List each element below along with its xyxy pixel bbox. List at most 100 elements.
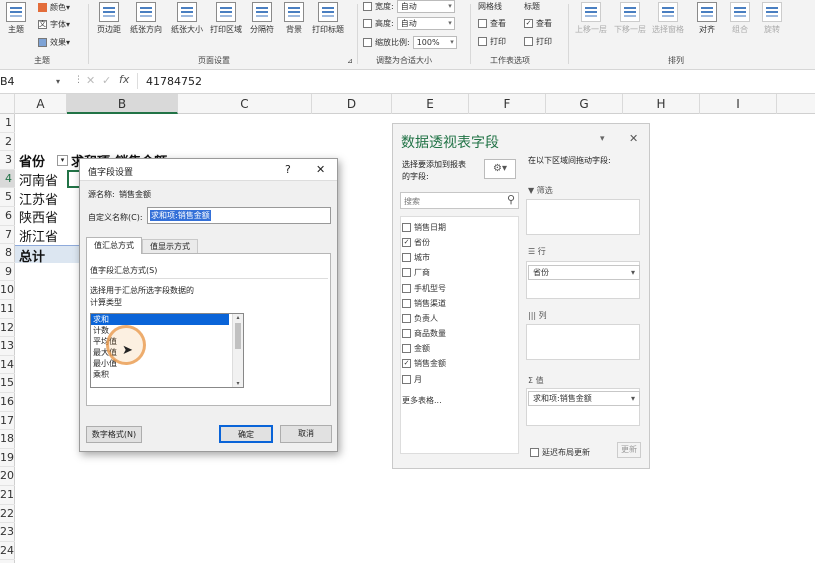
size-button[interactable]: 纸张大小 xyxy=(171,2,203,35)
print-area-button[interactable]: 打印区域 xyxy=(210,2,242,35)
row-header[interactable]: 24 xyxy=(0,542,15,561)
list-item[interactable]: 乘积 xyxy=(91,369,243,380)
row-header[interactable]: 18 xyxy=(0,430,15,449)
theme-button[interactable]: 主题 xyxy=(6,2,26,35)
pivot-row-label[interactable]: 浙江省 xyxy=(19,226,58,245)
row-header[interactable]: 5 xyxy=(0,188,15,207)
row-header[interactable]: 23 xyxy=(0,523,15,542)
number-format-button[interactable]: 数字格式(N) xyxy=(86,426,142,443)
pivot-row-label[interactable]: 陕西省 xyxy=(19,207,58,226)
gear-icon[interactable]: ⚙▾ xyxy=(484,159,516,179)
scroll-up-icon[interactable]: ▴ xyxy=(233,314,243,321)
scale-field[interactable]: 缩放比例: 100% xyxy=(363,36,457,49)
align-button[interactable]: 对齐 xyxy=(697,2,717,35)
row-header[interactable]: 1 xyxy=(0,114,15,133)
pivot-total-label[interactable]: 总计 xyxy=(19,246,45,265)
function-icon[interactable]: fx xyxy=(119,73,129,86)
cancel-icon[interactable]: ✕ xyxy=(86,74,95,87)
column-header[interactable]: B xyxy=(67,94,178,114)
field-checkbox[interactable] xyxy=(402,284,411,293)
field-checkbox[interactable]: ✓ xyxy=(402,238,411,247)
field-checkbox[interactable] xyxy=(402,299,411,308)
orientation-button[interactable]: 纸张方向 xyxy=(130,2,162,35)
more-tables-link[interactable]: 更多表格... xyxy=(402,395,442,406)
group-button[interactable]: 组合 xyxy=(730,2,750,35)
column-header[interactable]: H xyxy=(623,94,700,114)
column-header[interactable]: F xyxy=(469,94,546,114)
row-header[interactable]: 12 xyxy=(0,319,15,338)
help-icon[interactable]: ? xyxy=(285,163,291,176)
row-header[interactable]: 4 xyxy=(0,169,15,189)
row-header[interactable]: 17 xyxy=(0,412,15,431)
send-backward-button[interactable]: 下移一层 xyxy=(614,2,646,35)
width-field[interactable]: 宽度: 自动 xyxy=(363,0,455,13)
field-item[interactable]: 负责人 xyxy=(402,313,438,324)
field-checkbox[interactable] xyxy=(402,223,411,232)
field-item[interactable]: ✓ 销售金额 xyxy=(402,358,446,369)
pivot-row-label[interactable]: 河南省 xyxy=(19,170,58,189)
fonts-button[interactable]: 文字体 ▾ xyxy=(38,19,70,30)
name-box[interactable]: B4 ▾ xyxy=(0,75,68,89)
enter-icon[interactable]: ✓ xyxy=(102,74,111,87)
field-checkbox[interactable] xyxy=(402,329,411,338)
height-field[interactable]: 高度: 自动 xyxy=(363,17,455,30)
name-box-dropdown-icon[interactable]: ▾ xyxy=(56,75,60,89)
row-header[interactable]: 9 xyxy=(0,263,15,282)
select-all-corner[interactable] xyxy=(0,94,15,114)
column-header[interactable]: G xyxy=(546,94,623,114)
columns-area[interactable] xyxy=(526,324,640,360)
row-header[interactable]: 15 xyxy=(0,374,15,393)
pivot-header-province[interactable]: 省份 xyxy=(19,151,45,170)
row-header[interactable]: 13 xyxy=(0,337,15,356)
field-checkbox[interactable] xyxy=(402,314,411,323)
field-item[interactable]: 商品数量 xyxy=(402,328,446,339)
column-header[interactable]: D xyxy=(312,94,392,114)
list-scrollbar[interactable]: ▴ ▾ xyxy=(232,314,243,387)
tab-summarize-by[interactable]: 值汇总方式 xyxy=(86,237,142,254)
row-header[interactable]: 22 xyxy=(0,505,15,524)
gridlines-view-checkbox[interactable]: 查看 xyxy=(478,18,506,29)
headings-view-checkbox[interactable]: ✓ 查看 xyxy=(524,18,552,29)
colors-button[interactable]: 颜色 ▾ xyxy=(38,2,70,13)
close-icon[interactable]: ✕ xyxy=(316,163,325,176)
breaks-button[interactable]: 分隔符 xyxy=(250,2,274,35)
custom-name-input[interactable]: 求和项:销售金额 xyxy=(147,207,331,224)
row-header[interactable]: 16 xyxy=(0,393,15,412)
column-header[interactable]: E xyxy=(392,94,469,114)
row-header[interactable]: 3 xyxy=(0,151,15,170)
gridlines-print-checkbox[interactable]: 打印 xyxy=(478,36,506,47)
field-item[interactable]: 金额 xyxy=(402,343,430,354)
field-item[interactable]: 手机型号 xyxy=(402,283,446,294)
rotate-button[interactable]: 旋转 xyxy=(762,2,782,35)
update-button[interactable]: 更新 xyxy=(617,442,641,458)
column-header[interactable]: I xyxy=(700,94,777,114)
scroll-down-icon[interactable]: ▾ xyxy=(233,380,243,387)
field-checkbox[interactable]: ✓ xyxy=(402,359,411,368)
page-setup-launcher-icon[interactable]: ⊿ xyxy=(347,57,353,65)
field-item[interactable]: 月 xyxy=(402,374,422,385)
headings-print-checkbox[interactable]: 打印 xyxy=(524,36,552,47)
margins-button[interactable]: 页边距 xyxy=(97,2,121,35)
field-checkbox[interactable] xyxy=(402,375,411,384)
scrollbar-thumb[interactable] xyxy=(235,323,241,349)
effects-button[interactable]: 效果 ▾ xyxy=(38,37,70,48)
pivot-row-label[interactable]: 江苏省 xyxy=(19,189,58,208)
bring-forward-button[interactable]: 上移一层 xyxy=(575,2,607,35)
formula-input[interactable]: 41784752 xyxy=(146,75,202,88)
field-item[interactable]: ✓ 省份 xyxy=(402,237,430,248)
row-header[interactable]: 14 xyxy=(0,356,15,375)
values-field-chip[interactable]: 求和项:销售金额 xyxy=(528,391,640,406)
more-icon[interactable]: ⋮ xyxy=(74,75,86,85)
rows-field-chip[interactable]: 省份 xyxy=(528,265,640,280)
field-checkbox[interactable] xyxy=(402,344,411,353)
filter-dropdown-icon[interactable]: ▾ xyxy=(57,155,68,166)
selection-pane-button[interactable]: 选择窗格 xyxy=(652,2,684,35)
defer-update-checkbox[interactable]: 延迟布局更新 xyxy=(530,447,590,458)
cancel-button[interactable]: 取消 xyxy=(280,425,332,443)
row-header[interactable]: 7 xyxy=(0,226,15,245)
column-header[interactable]: A xyxy=(15,94,67,114)
background-button[interactable]: 背景 xyxy=(284,2,304,35)
field-checkbox[interactable] xyxy=(402,268,411,277)
list-item[interactable]: 求和 xyxy=(91,314,229,325)
field-item[interactable]: 厂商 xyxy=(402,267,430,278)
